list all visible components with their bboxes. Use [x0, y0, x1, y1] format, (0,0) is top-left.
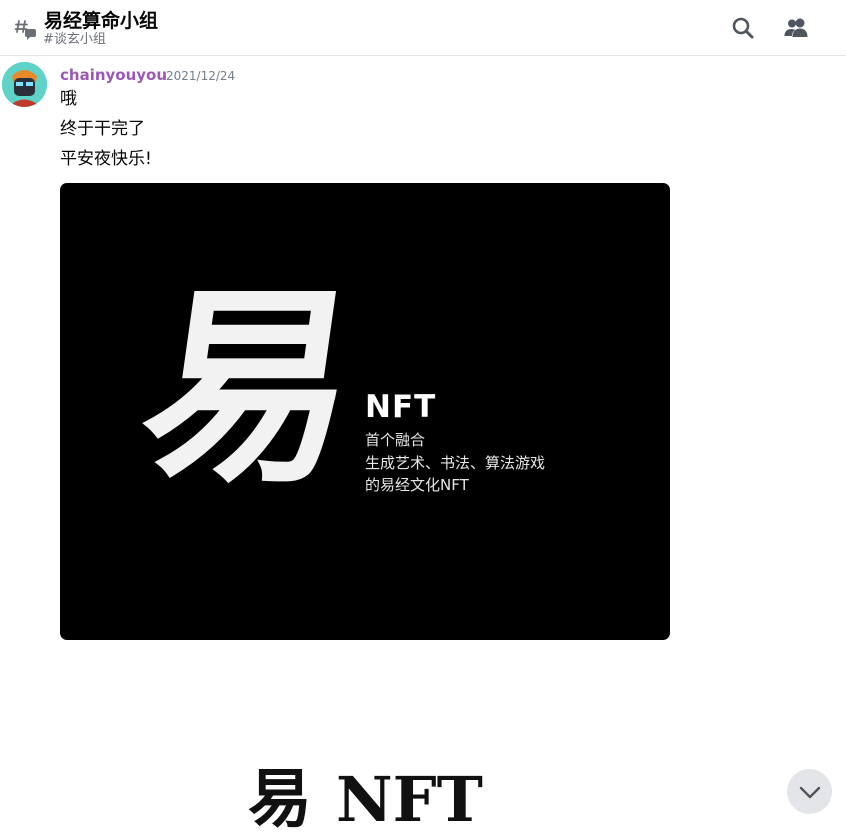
avatar-image — [2, 62, 47, 107]
next-image-preview[interactable]: 易 NFT — [248, 765, 483, 835]
channel-subtitle[interactable]: #谈玄小组 — [43, 32, 106, 48]
channel-header: 易经算命小组 #谈玄小组 — [0, 0, 846, 56]
message-line: 平安夜快乐! — [60, 149, 152, 169]
channel-title: 易经算命小组 — [44, 10, 159, 32]
message-author[interactable]: chainyouyou — [60, 66, 167, 84]
attachment-line: 首个融合 — [365, 431, 426, 449]
attachment-calligraphy: 易 — [127, 264, 373, 511]
attachment-line: 生成艺术、书法、算法游戏 — [365, 454, 546, 472]
threads-hash-icon — [14, 20, 36, 40]
members-icon — [784, 18, 808, 37]
avatar[interactable] — [2, 62, 47, 107]
search-button[interactable] — [729, 14, 757, 42]
members-button[interactable] — [783, 14, 811, 42]
preview-text: NFT — [336, 763, 483, 836]
message-line: 哦 — [60, 89, 77, 109]
preview-calligraphy: 易 — [248, 762, 312, 837]
attachment-line: 的易经文化NFT — [365, 476, 469, 494]
search-icon — [732, 17, 754, 39]
attachment-title: NFT — [365, 389, 437, 425]
message-line: 终于干完了 — [60, 119, 145, 139]
image-attachment[interactable]: 易 NFT 首个融合 生成艺术、书法、算法游戏 的易经文化NFT — [60, 183, 670, 640]
message-timestamp: 2021/12/24 — [166, 69, 236, 83]
scroll-to-bottom-button[interactable] — [787, 769, 832, 814]
chevron-down-icon — [799, 786, 821, 799]
